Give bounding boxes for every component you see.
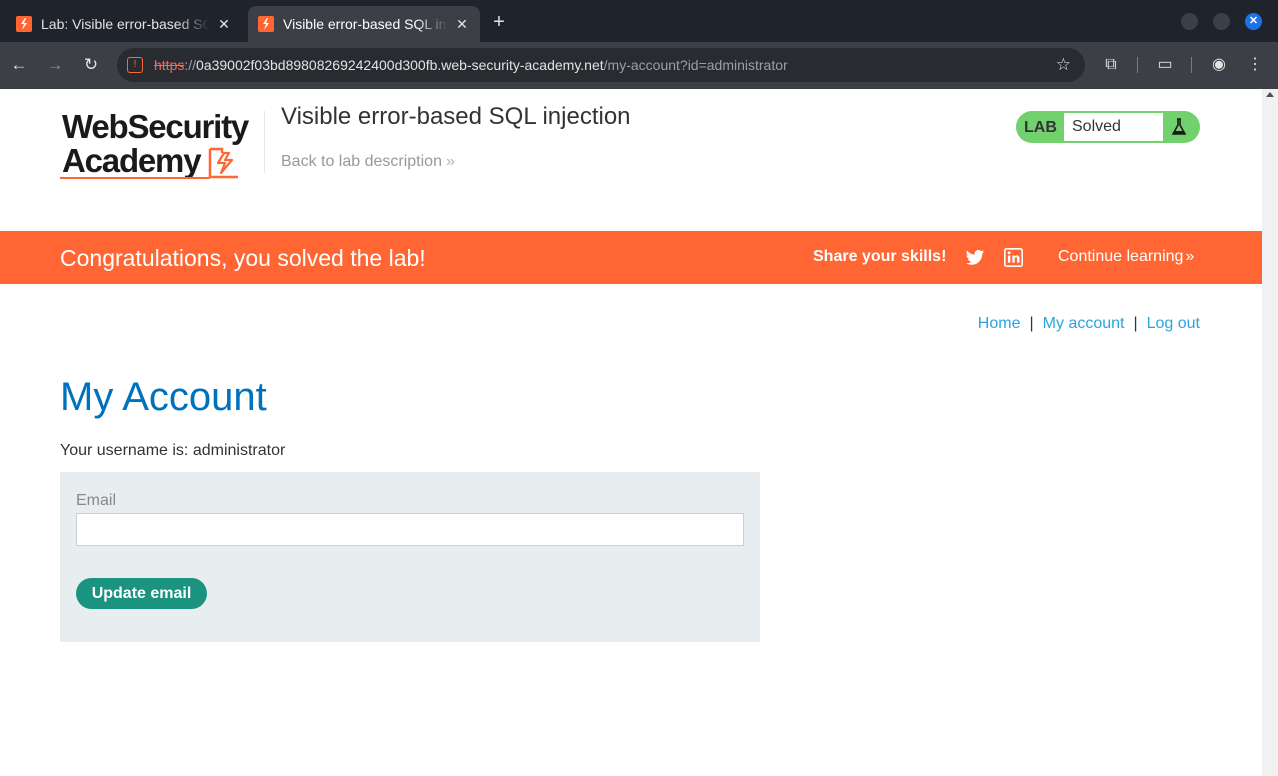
browser-tab-bar: Lab: Visible error-based SQL injection ✕… (0, 0, 1278, 42)
toolbar-divider (1137, 57, 1138, 73)
address-bar[interactable]: ! https://0a39002f03bd89808269242400d300… (117, 48, 1085, 82)
browser-tab-active[interactable]: Visible error-based SQL injection ✕ (248, 6, 480, 42)
extensions-puzzle-icon[interactable]: ⧉ (1100, 54, 1122, 76)
portswigger-favicon-icon (258, 16, 274, 32)
profile-avatar-icon[interactable]: ◉ (1208, 54, 1230, 76)
my-account-link[interactable]: My account (1043, 315, 1125, 332)
continue-learning-label: Continue learning (1058, 248, 1184, 265)
header-divider (264, 111, 265, 173)
portswigger-favicon-icon (16, 16, 32, 32)
lab-title: Visible error-based SQL injection (281, 103, 631, 130)
tab-title: Lab: Visible error-based SQL injection (41, 16, 210, 32)
update-email-button[interactable]: Update email (76, 578, 207, 609)
url-scheme: https (154, 57, 185, 73)
window-close-button[interactable]: ✕ (1245, 13, 1262, 30)
email-field[interactable] (76, 513, 744, 546)
solved-banner: Congratulations, you solved the lab! Sha… (0, 231, 1262, 284)
toolbar-divider (1191, 57, 1192, 73)
bookmark-star-icon[interactable]: ☆ (1056, 55, 1071, 75)
window-minimize-button[interactable] (1181, 13, 1198, 30)
lab-label: LAB (1024, 119, 1057, 136)
logo-text-line2: Academy (62, 142, 202, 179)
flask-icon (1171, 118, 1187, 135)
url-host: 0a39002f03bd89808269242400d300fb.web-sec… (196, 57, 604, 73)
change-email-form: Email Update email (60, 472, 760, 642)
share-skills-label: Share your skills! (813, 248, 947, 265)
tab-title: Visible error-based SQL injection (283, 16, 448, 32)
browser-toolbar: ← → ↻ ! https://0a39002f03bd898082692424… (0, 42, 1278, 89)
log-out-link[interactable]: Log out (1147, 315, 1200, 332)
account-nav: Home | My account | Log out (978, 315, 1200, 333)
logo-underline (60, 177, 210, 179)
forward-arrow-icon[interactable]: → (44, 54, 66, 76)
congratulations-message: Congratulations, you solved the lab! (60, 245, 426, 271)
nav-separator: | (1029, 315, 1034, 332)
url-text[interactable]: https://0a39002f03bd89808269242400d300fb… (154, 57, 788, 73)
url-path: /my-account?id=administrator (603, 57, 788, 73)
lab-status-text: Solved (1064, 113, 1163, 141)
back-to-lab-description-link[interactable]: Back to lab description» (281, 153, 455, 171)
page-scrollbar[interactable] (1262, 89, 1278, 776)
double-chevron-right-icon: » (445, 153, 455, 170)
new-tab-icon[interactable]: + (489, 12, 509, 32)
email-label: Email (76, 492, 117, 509)
page-title: My Account (60, 375, 267, 419)
continue-learning-link[interactable]: Continue learning» (1058, 248, 1194, 266)
back-link-label: Back to lab description (281, 153, 442, 170)
window-maximize-button[interactable] (1213, 13, 1230, 30)
back-arrow-icon[interactable]: ← (8, 54, 30, 76)
browser-menu-icon[interactable]: ⋮ (1244, 54, 1266, 76)
reload-icon[interactable]: ↻ (80, 54, 102, 76)
site-info-icon[interactable]: ! (127, 57, 143, 73)
logo-bolt-icon (208, 147, 238, 179)
web-security-academy-logo[interactable]: WebSecurity Academy (60, 109, 260, 181)
twitter-icon[interactable] (965, 248, 985, 268)
linkedin-icon[interactable] (1004, 248, 1023, 267)
logo-text-line1: WebSecurity (62, 108, 249, 145)
username-text: Your username is: administrator (60, 442, 286, 459)
lab-status-badge: LAB Solved (1016, 111, 1200, 143)
tab-search-icon[interactable]: ▭ (1154, 54, 1176, 76)
tab-close-icon[interactable]: ✕ (216, 16, 232, 32)
browser-tab[interactable]: Lab: Visible error-based SQL injection ✕ (6, 6, 242, 42)
url-separator: :// (184, 57, 197, 73)
home-link[interactable]: Home (978, 315, 1021, 332)
tab-close-icon[interactable]: ✕ (454, 16, 470, 32)
nav-separator: | (1133, 315, 1138, 332)
double-chevron-right-icon: » (1185, 248, 1195, 265)
page-content: WebSecurity Academy Visible error-based … (0, 89, 1262, 776)
scroll-up-arrow-icon[interactable] (1266, 92, 1274, 97)
